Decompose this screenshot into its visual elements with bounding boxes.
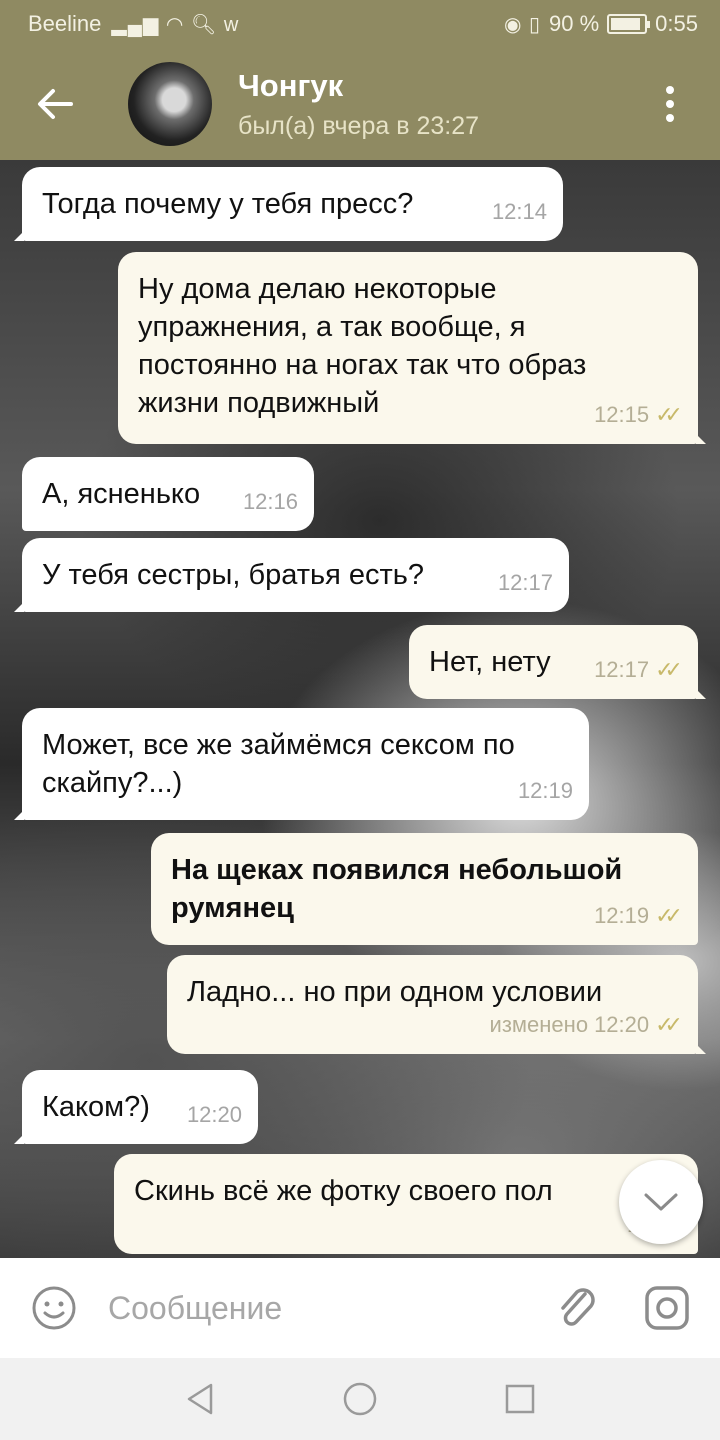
attach-button[interactable]	[532, 1258, 622, 1358]
message-meta: 12:17 ✓✓	[594, 651, 683, 689]
bubble-tail	[14, 231, 24, 241]
double-check-icon: ✓✓	[655, 657, 683, 682]
square-recents-icon	[505, 1384, 535, 1414]
chat-header: Чонгук был(а) вчера в 23:27	[0, 48, 720, 160]
smile-icon	[32, 1286, 76, 1330]
message-bubble-outgoing[interactable]: Ладно... но при одном условии изменено 12…	[167, 955, 706, 1054]
message-time: 12:15	[594, 402, 650, 427]
bubble-tail	[696, 1044, 706, 1054]
more-dot	[666, 100, 674, 108]
message-bubble-incoming[interactable]: А, ясненько 12:16	[22, 457, 314, 531]
bubble-tail	[14, 602, 24, 612]
message-meta: изменено 12:20 ✓✓	[489, 1006, 683, 1044]
chevron-down-icon	[644, 1193, 678, 1211]
message-input[interactable]	[108, 1278, 532, 1338]
message-time: 12:19	[594, 903, 650, 928]
paperclip-icon	[561, 1288, 595, 1326]
message-bubble-outgoing[interactable]: На щеках появился небольшой румянец 12:1…	[151, 833, 698, 945]
message-meta: 12:15 ✓✓	[594, 396, 683, 434]
message-meta: 12:19	[518, 772, 573, 810]
message-time: 12:17	[497, 570, 553, 595]
message-bubble-outgoing[interactable]: Скинь всё же фотку своего пол 12:20	[114, 1154, 698, 1254]
nav-home-button[interactable]	[340, 1379, 380, 1419]
message-time: 12:16	[242, 489, 298, 514]
message-time: 12:20	[186, 1102, 242, 1127]
message-bubble-incoming[interactable]: Тогда почему у тебя пресс? 12:14	[14, 167, 563, 241]
composer	[0, 1258, 720, 1358]
message-time: 12:14	[491, 199, 547, 224]
status-left: Beeline ▂▄▆ ◠ 🔍︎ w	[28, 11, 239, 37]
more-vertical-icon	[666, 86, 674, 94]
eye-vibrate-icons: ◉ ▯	[504, 13, 542, 36]
contact-name: Чонгук	[238, 67, 344, 103]
message-list[interactable]: Тогда почему у тебя пресс? 12:14 Ну дома…	[0, 160, 720, 1258]
clock: 0:55	[655, 11, 698, 36]
carrier-name: Beeline	[28, 11, 102, 36]
message-time: 12:20	[594, 1012, 650, 1037]
circle-home-icon	[343, 1382, 377, 1416]
message-meta: 12:17	[498, 564, 553, 602]
contact-status: был(а) вчера в 23:27	[238, 111, 480, 140]
emoji-button[interactable]	[0, 1258, 108, 1358]
scroll-down-button[interactable]	[619, 1160, 703, 1244]
triangle-back-icon	[187, 1383, 213, 1415]
double-check-icon: ✓✓	[655, 1012, 683, 1037]
battery-icon	[607, 14, 651, 34]
camera-icon	[645, 1286, 689, 1330]
edited-label: изменено	[489, 1012, 589, 1037]
message-text: Скинь всё же фотку своего пол	[134, 1175, 553, 1207]
signal-wifi-search-icons: ▂▄▆ ◠ 🔍︎ w	[111, 13, 240, 36]
message-bubble-incoming[interactable]: У тебя сестры, братья есть? 12:17	[14, 538, 569, 612]
more-dot	[666, 114, 674, 122]
nav-back-button[interactable]	[180, 1379, 220, 1419]
message-text: Тогда почему у тебя пресс?	[42, 188, 414, 220]
arrow-left-icon	[38, 89, 73, 119]
avatar[interactable]	[128, 62, 212, 146]
contact-info[interactable]: Чонгук был(а) вчера в 23:27	[238, 68, 479, 141]
message-bubble-outgoing[interactable]: Нет, нету 12:17 ✓✓	[409, 625, 706, 699]
camera-button[interactable]	[622, 1258, 712, 1358]
bubble-tail	[696, 434, 706, 444]
message-time: 12:17	[594, 657, 650, 682]
message-bubble-incoming[interactable]: Каком?) 12:20	[14, 1070, 258, 1144]
back-button[interactable]	[0, 48, 110, 160]
bubble-tail	[14, 810, 24, 820]
message-meta: 12:16	[243, 483, 298, 521]
message-text: У тебя сестры, братья есть?	[42, 559, 424, 591]
system-navigation-bar	[0, 1358, 720, 1440]
bubble-tail	[696, 689, 706, 699]
status-right: ◉ ▯ 90 % 0:55	[504, 11, 698, 37]
message-meta: 12:20	[187, 1096, 242, 1134]
message-meta: 12:14	[492, 193, 547, 231]
battery-fill	[611, 18, 641, 30]
double-check-icon: ✓✓	[655, 402, 683, 427]
status-bar: Beeline ▂▄▆ ◠ 🔍︎ w ◉ ▯ 90 % 0:55	[0, 0, 720, 48]
bubble-tail	[14, 1134, 24, 1144]
message-bubble-incoming[interactable]: Может, все же займёмся сексом по скайпу?…	[14, 708, 589, 820]
message-text: Может, все же займёмся сексом по скайпу?…	[42, 729, 515, 799]
double-check-icon: ✓✓	[655, 903, 683, 928]
more-menu-button[interactable]	[640, 48, 700, 160]
battery-percent: 90 %	[549, 11, 600, 36]
message-bubble-outgoing[interactable]: Ну дома делаю некоторые упражнения, а та…	[118, 252, 706, 444]
nav-recents-button[interactable]	[500, 1379, 540, 1419]
message-meta: 12:19 ✓✓	[594, 897, 683, 935]
message-time: 12:19	[517, 778, 573, 803]
